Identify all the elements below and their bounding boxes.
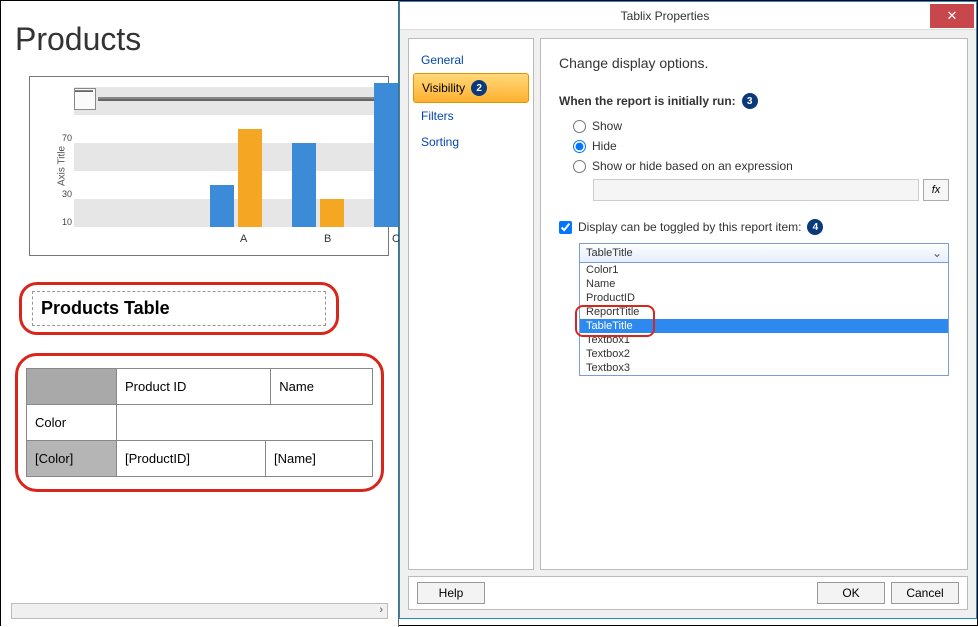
dialog-button-bar: Help OK Cancel — [408, 576, 968, 610]
dropdown-item[interactable]: Name — [580, 277, 948, 291]
dialog-title: Tablix Properties — [400, 9, 930, 23]
bar — [210, 185, 234, 227]
radio-show-label: Show — [592, 119, 622, 133]
chart-legend: ▬▬▬ — [74, 85, 384, 113]
toggle-item-combobox[interactable]: TableTitle — [579, 243, 949, 263]
sidebar-item-sorting[interactable]: Sorting — [409, 129, 533, 155]
combo-value: TableTitle — [586, 247, 633, 259]
close-button[interactable]: ✕ — [930, 4, 974, 28]
tablix-data[interactable]: [Color] [ProductID] [Name] — [26, 440, 373, 477]
cell[interactable]: [Color] — [27, 441, 117, 477]
report-designer: Products ▬▬▬ Axis Title 10 30 70 A B C P… — [1, 1, 399, 627]
bar — [238, 129, 262, 227]
table-corner[interactable] — [27, 369, 117, 405]
initial-run-text: When the report is initially run: — [559, 94, 736, 108]
dropdown-item[interactable]: ReportTitle — [580, 305, 948, 319]
category-sidebar: General Visibility 2 Filters Sorting — [408, 38, 534, 570]
toggle-label: Display can be toggled by this report it… — [578, 220, 801, 234]
bar — [292, 143, 316, 227]
dropdown-item[interactable]: ProductID — [580, 291, 948, 305]
radio-show[interactable]: Show — [573, 119, 949, 133]
dropdown-item[interactable]: Textbox3 — [580, 361, 948, 375]
radio-hide[interactable]: Hide — [573, 139, 949, 153]
dropdown-item[interactable]: Textbox2 — [580, 347, 948, 361]
callout-badge-4: 4 — [807, 219, 823, 235]
table-title-textbox[interactable]: Products Table — [32, 291, 326, 326]
cancel-button[interactable]: Cancel — [891, 582, 959, 604]
table-title-callout: Products Table — [19, 282, 339, 335]
toggle-checkbox[interactable] — [559, 221, 572, 234]
close-icon: ✕ — [947, 8, 958, 24]
callout-badge-3: 3 — [742, 93, 758, 109]
radio-expression-input[interactable] — [573, 160, 586, 173]
dropdown-item[interactable]: Textbox1 — [580, 333, 948, 347]
fx-button[interactable]: fx — [923, 179, 949, 201]
visibility-radio-group: Show Hide Show or hide based on an expre… — [573, 119, 949, 201]
y-tick: 30 — [56, 189, 72, 199]
ok-button[interactable]: OK — [817, 582, 885, 604]
x-tick: A — [240, 233, 247, 245]
tablix-properties-dialog: Tablix Properties ✕ General Visibility 2… — [399, 1, 977, 619]
sidebar-item-general[interactable]: General — [409, 47, 533, 73]
radio-expression-label: Show or hide based on an expression — [592, 159, 793, 173]
sidebar-item-label: Visibility — [422, 81, 465, 95]
y-tick: 10 — [56, 217, 72, 227]
column-header[interactable]: Product ID — [117, 369, 271, 405]
y-tick: 70 — [56, 133, 72, 143]
table-header-row: Product ID Name — [27, 369, 373, 405]
table-row: Color — [27, 405, 373, 441]
panel-heading: Change display options. — [559, 55, 949, 71]
y-axis-title: Axis Title — [57, 146, 68, 186]
column-header[interactable]: Color — [27, 405, 117, 441]
radio-expression[interactable]: Show or hide based on an expression — [573, 159, 949, 173]
chart-container: ▬▬▬ Axis Title 10 30 70 A B C — [29, 76, 382, 256]
horizontal-scrollbar[interactable]: › — [11, 603, 388, 619]
dropdown-item[interactable]: Color1 — [580, 263, 948, 277]
cell[interactable]: [Name] — [266, 441, 373, 477]
x-tick: B — [324, 233, 331, 245]
initial-run-label: When the report is initially run: 3 — [559, 93, 949, 109]
sidebar-item-filters[interactable]: Filters — [409, 103, 533, 129]
expression-input[interactable] — [593, 179, 919, 201]
table-row: [Color] [ProductID] [Name] — [27, 441, 373, 477]
radio-hide-label: Hide — [592, 139, 617, 153]
dropdown-item-selected[interactable]: TableTitle — [580, 319, 948, 333]
bar-chart[interactable]: ▬▬▬ Axis Title 10 30 70 A B C — [29, 76, 389, 256]
scroll-right-icon[interactable]: › — [379, 604, 383, 616]
sidebar-item-visibility[interactable]: Visibility 2 — [413, 73, 529, 103]
visibility-panel: Change display options. When the report … — [540, 38, 968, 570]
toggle-row[interactable]: Display can be toggled by this report it… — [559, 219, 949, 235]
titlebar: Tablix Properties ✕ — [400, 2, 976, 30]
callout-badge-2: 2 — [471, 80, 487, 96]
column-header[interactable]: Name — [271, 369, 373, 405]
table-callout: Product ID Name Color [Color] [ProductID… — [15, 353, 384, 492]
help-button[interactable]: Help — [417, 582, 485, 604]
cell[interactable]: [ProductID] — [117, 441, 266, 477]
toggle-item-dropdown[interactable]: Color1 Name ProductID ReportTitle TableT… — [579, 263, 949, 376]
bar — [374, 83, 398, 227]
tablix[interactable]: Product ID Name Color — [26, 368, 373, 441]
bar — [320, 199, 344, 227]
radio-show-input[interactable] — [573, 120, 586, 133]
radio-hide-input[interactable] — [573, 140, 586, 153]
page-title: Products — [15, 21, 390, 58]
